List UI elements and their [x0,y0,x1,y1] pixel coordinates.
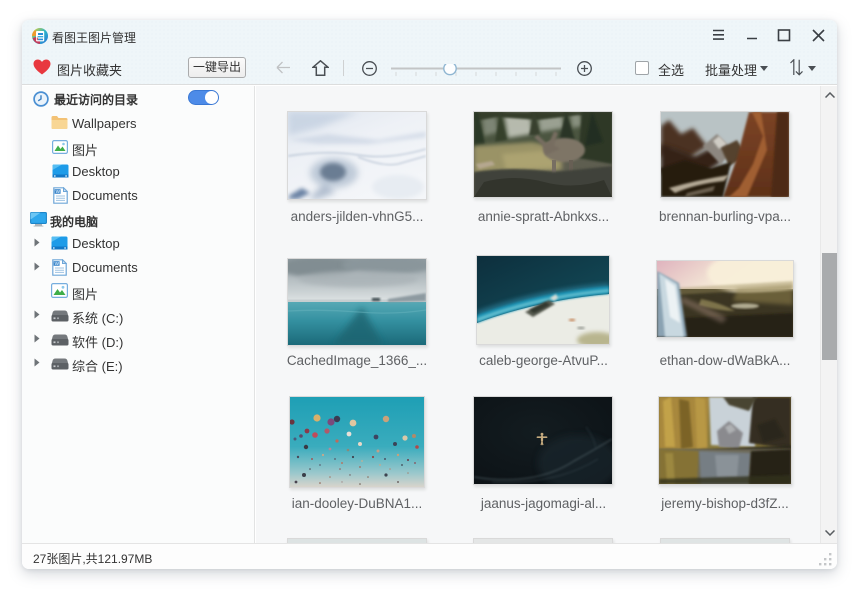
svg-text:W: W [56,189,61,194]
svg-text:W: W [55,261,60,266]
